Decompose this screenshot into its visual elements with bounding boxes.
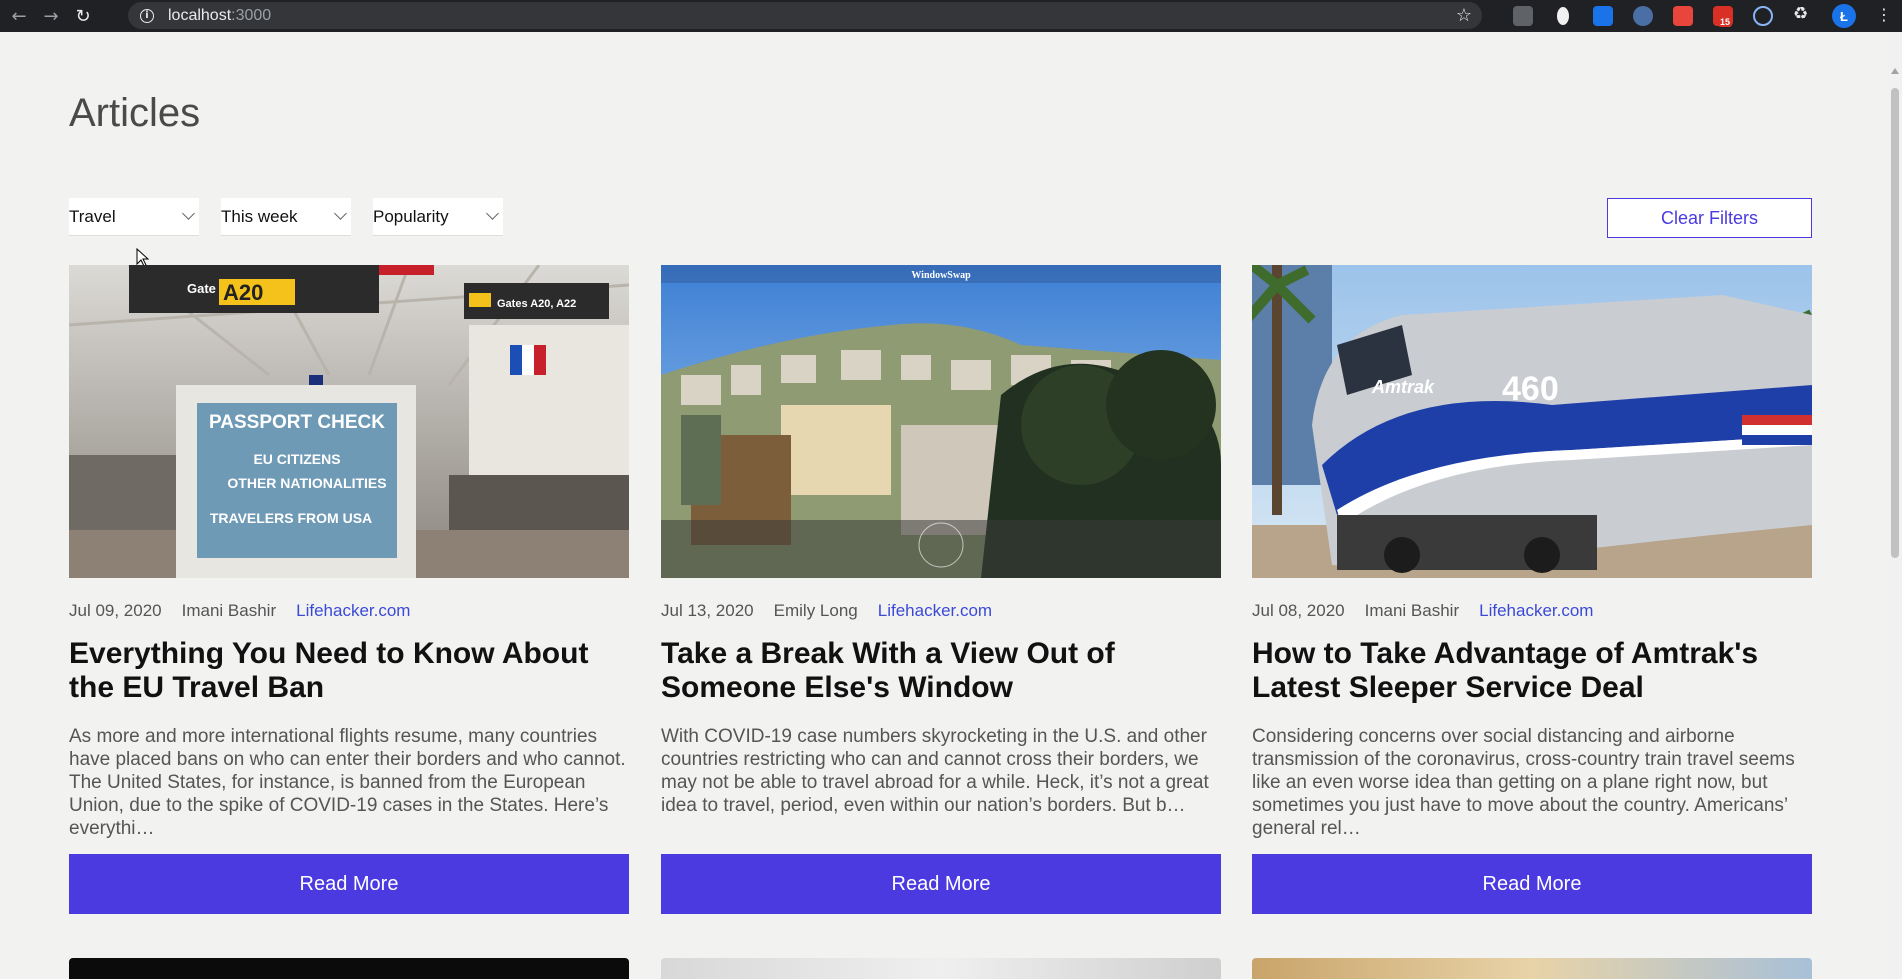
windowswap-caption: WindowSwap [911, 270, 971, 281]
article-date: Jul 09, 2020 [69, 601, 162, 620]
gate-label: Gate [187, 281, 216, 296]
read-more-button[interactable]: Read More [1252, 854, 1812, 914]
sign-line3: OTHER NATIONALITIES [227, 475, 386, 491]
chevron-down-icon [486, 207, 499, 220]
article-card: Gate A20 Gates A20, A22 PASSPORT CHECK E… [69, 265, 629, 914]
article-title: How to Take Advantage of Amtrak's Latest… [1252, 637, 1759, 704]
article-card: Amtrak 460 Jul 08, 2020 Imani Bashir Lif… [1252, 265, 1812, 914]
bookmark-star-icon[interactable]: ☆ [1456, 5, 1472, 26]
scroll-up-icon[interactable] [1891, 68, 1899, 74]
article-date: Jul 13, 2020 [661, 601, 754, 620]
gate-code: A20 [223, 280, 263, 305]
info-icon[interactable]: i [140, 8, 154, 23]
article-source-link[interactable]: Lifehacker.com [1479, 601, 1593, 621]
article-image[interactable] [1252, 958, 1812, 979]
reload-icon[interactable]: ↻ [70, 3, 96, 29]
article-image[interactable]: WindowSwap [661, 265, 1221, 578]
clear-filters-button[interactable]: Clear Filters [1607, 198, 1812, 238]
train-brand: Amtrak [1371, 377, 1435, 397]
article-description: Considering concerns over social distanc… [1252, 726, 1795, 839]
extension-icon[interactable] [1753, 6, 1773, 26]
scrollbar[interactable] [1888, 32, 1902, 979]
article-author: Imani Bashir [181, 601, 277, 620]
sign-line1: PASSPORT CHECK [209, 412, 385, 433]
read-more-button[interactable]: Read More [69, 854, 629, 914]
period-select-value: This week [221, 206, 298, 226]
article-date: Jul 08, 2020 [1252, 601, 1345, 620]
category-select-value: Travel [69, 206, 116, 226]
back-icon[interactable]: ← [6, 3, 32, 29]
extension-badge: 15 [1718, 17, 1733, 27]
period-select[interactable]: This week [221, 198, 351, 236]
sign-line4: TRAVELERS FROM USA [210, 510, 372, 526]
article-author: Emily Long [773, 601, 858, 620]
url-text: localhost:3000 [168, 6, 272, 24]
forward-icon[interactable]: → [38, 3, 64, 29]
kebab-menu-icon[interactable]: ⋮ [1876, 5, 1892, 24]
scrollbar-thumb[interactable] [1891, 88, 1899, 558]
article-title: Take a Break With a View Out of Someone … [661, 637, 1115, 704]
page-title: Articles [69, 91, 201, 135]
article-image[interactable] [69, 958, 629, 979]
browser-toolbar: ← → ↻ i localhost:3000 ☆ 15 ♻ Ł ⋮ [0, 0, 1902, 32]
extension-icon[interactable] [1673, 6, 1693, 26]
sort-select[interactable]: Popularity [373, 198, 503, 236]
gates-right-label: Gates A20, A22 [497, 298, 576, 310]
article-title: Everything You Need to Know About the EU… [69, 637, 589, 704]
article-image[interactable]: Amtrak 460 [1252, 265, 1812, 578]
category-select[interactable]: Travel [69, 198, 199, 236]
article-description: With COVID-19 case numbers skyrocketing … [661, 726, 1209, 816]
article-card: WindowSwap Jul 13, 2020 Emily Long Lifeh… [661, 265, 1221, 914]
article-meta: Jul 13, 2020 Emily Long Lifehacker.com [661, 601, 1221, 621]
avatar[interactable]: Ł [1832, 4, 1856, 28]
extension-icon[interactable] [1557, 7, 1569, 25]
article-description: As more and more international flights r… [69, 726, 626, 839]
article-source-link[interactable]: Lifehacker.com [296, 601, 410, 621]
article-meta: Jul 08, 2020 Imani Bashir Lifehacker.com [1252, 601, 1812, 621]
article-image[interactable] [661, 958, 1221, 979]
extension-icon[interactable] [1633, 6, 1653, 26]
extension-icon[interactable] [1593, 6, 1613, 26]
train-number: 460 [1502, 370, 1559, 408]
address-bar[interactable]: i localhost:3000 ☆ [128, 2, 1482, 29]
article-author: Imani Bashir [1364, 601, 1460, 620]
article-source-link[interactable]: Lifehacker.com [878, 601, 992, 621]
chevron-down-icon [334, 207, 347, 220]
extensions-puzzle-icon[interactable]: ♻ [1793, 4, 1813, 24]
article-image[interactable]: Gate A20 Gates A20, A22 PASSPORT CHECK E… [69, 265, 629, 578]
read-more-button[interactable]: Read More [661, 854, 1221, 914]
sort-select-value: Popularity [373, 206, 449, 226]
sign-line2: EU CITIZENS [253, 451, 340, 467]
chevron-down-icon [182, 207, 195, 220]
extension-icon[interactable] [1513, 6, 1533, 26]
article-meta: Jul 09, 2020 Imani Bashir Lifehacker.com [69, 601, 629, 621]
